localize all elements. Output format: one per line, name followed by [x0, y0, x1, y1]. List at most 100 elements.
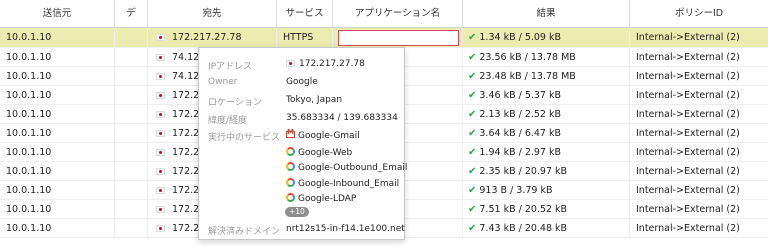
cell-result: ✔ 23.56 kB / 13.78 MB — [463, 48, 630, 66]
cell-source: 10.0.1.10 — [0, 143, 115, 161]
google-icon — [286, 193, 295, 202]
cell-source: 10.0.1.10 — [0, 67, 115, 85]
result-text: 1.94 kB / 2.97 kB — [479, 147, 562, 158]
cell-policy: Internal->External (2) — [636, 166, 740, 177]
check-icon: ✔ — [468, 71, 477, 82]
cell-dest2 — [115, 143, 148, 161]
check-icon: ✔ — [468, 204, 477, 215]
cell-result: ✔ 3.64 kB / 6.47 kB — [463, 124, 630, 142]
col-header-source[interactable]: 送信元 — [0, 0, 115, 27]
service-name: Google-Inbound_Email — [298, 178, 400, 189]
services-label: 実行中のサービス — [208, 133, 281, 143]
service-item: Google-Outbound_Email — [286, 162, 407, 173]
japan-flag-icon — [156, 92, 165, 99]
cell-policy: Internal->External (2) — [636, 185, 740, 196]
result-text: 3.64 kB / 6.47 kB — [479, 128, 562, 139]
cell-result: ✔ 7.43 kB / 20.48 kB — [463, 219, 630, 237]
cell-result: ✔ 23.48 kB / 13.78 MB — [463, 67, 630, 85]
cell-source: 10.0.1.10 — [0, 86, 115, 104]
table-row[interactable]: 10.0.1.10 172.217.27.78 HTTPS ✔ 1.34 kB / 5.… — [0, 28, 768, 48]
cell-result: ✔ 913 B / 3.79 kB — [463, 181, 630, 199]
result-text: 2.35 kB / 20.97 kB — [479, 166, 568, 177]
google-icon — [286, 177, 295, 187]
service-name: Google-Gmail — [298, 131, 360, 141]
japan-flag-icon — [156, 206, 165, 213]
japan-flag-icon — [156, 187, 165, 194]
cell-result: ✔ 2.13 kB / 2.52 kB — [463, 105, 630, 123]
cell-source: 10.0.1.10 — [0, 181, 115, 199]
cell-policy: Internal->External (2) — [636, 128, 740, 139]
cell-service: HTTPS — [277, 28, 333, 47]
service-name: Google-Web — [298, 147, 353, 158]
service-item: Google-Inbound_Email — [286, 177, 400, 189]
cell-source: 10.0.1.10 — [0, 162, 115, 180]
cell-dest2 — [115, 181, 148, 199]
japan-flag-icon — [156, 225, 165, 232]
cell-policy: Internal->External (2) — [636, 147, 740, 158]
cell-destination: 172.217.27.78 — [148, 28, 277, 47]
latlon-value: 35.683334 / 139.683334 — [286, 113, 398, 123]
cell-dest2 — [115, 105, 148, 123]
cell-source: 10.0.1.10 — [0, 28, 115, 47]
cell-source: 10.0.1.10 — [0, 48, 115, 66]
col-header-policy[interactable]: ポリシーID — [630, 0, 768, 27]
col-header-application[interactable]: アプリケーション名 — [333, 0, 463, 27]
col-header-service[interactable]: サービス — [277, 0, 333, 27]
service-name: Google-LDAP — [298, 194, 357, 204]
result-text: 913 B / 3.79 kB — [479, 185, 553, 196]
application-name-field[interactable] — [338, 30, 459, 46]
japan-flag-icon — [156, 34, 165, 41]
check-icon: ✔ — [468, 52, 477, 63]
cell-source: 10.0.1.10 — [0, 200, 115, 218]
check-icon: ✔ — [468, 223, 477, 234]
col-header-result[interactable]: 結果 — [463, 0, 630, 27]
japan-flag-icon — [156, 73, 165, 80]
cell-dest2 — [115, 86, 148, 104]
service-item: Google-Gmail — [286, 128, 360, 141]
result-text: 23.48 kB / 13.78 MB — [479, 71, 576, 82]
check-icon: ✔ — [468, 90, 477, 101]
japan-flag-icon — [156, 168, 165, 175]
ip-info-popup: IPアドレス 172.217.27.78 Owner Google ロケーション… — [198, 47, 407, 240]
japan-flag-icon — [156, 130, 165, 137]
destination-ip[interactable]: 172.217.27.78 — [172, 32, 242, 43]
more-services-badge[interactable]: +10 — [285, 207, 309, 217]
owner-value: Google — [286, 77, 318, 87]
service-item: Google-Web — [286, 146, 353, 158]
owner-label: Owner — [208, 77, 238, 87]
cell-dest2 — [115, 28, 148, 47]
cell-application — [333, 28, 463, 47]
cell-result: ✔ 1.94 kB / 2.97 kB — [463, 143, 630, 161]
cell-result: ✔ 7.51 kB / 20.52 kB — [463, 200, 630, 218]
japan-flag-icon — [286, 60, 295, 67]
cell-policy: Internal->External (2) — [636, 71, 740, 82]
cell-policy: Internal->External (2) — [636, 109, 740, 120]
result-text: 2.13 kB / 2.52 kB — [479, 109, 562, 120]
cell-result: ✔ 2.35 kB / 20.97 kB — [463, 162, 630, 180]
check-icon: ✔ — [468, 185, 477, 196]
result-text: 23.56 kB / 13.78 MB — [479, 52, 576, 63]
check-icon: ✔ — [468, 32, 477, 43]
location-label: ロケーション — [208, 98, 262, 108]
gmail-icon — [286, 128, 295, 138]
cell-source: 10.0.1.10 — [0, 105, 115, 123]
cell-source: 10.0.1.10 — [0, 219, 115, 237]
service-item: Google-LDAP — [286, 193, 356, 204]
cell-dest2 — [115, 67, 148, 85]
japan-flag-icon — [156, 111, 165, 118]
check-icon: ✔ — [468, 109, 477, 120]
cell-dest2 — [115, 162, 148, 180]
google-icon — [286, 162, 295, 171]
resolved-domain-label: 解決済みドメイン — [208, 227, 281, 237]
col-header-dest2[interactable]: デ — [115, 0, 148, 27]
cell-policy: Internal->External (2) — [636, 204, 740, 215]
ip-label: IPアドレス — [208, 62, 253, 72]
japan-flag-icon — [156, 54, 165, 61]
cell-policy: Internal->External (2) — [636, 52, 740, 63]
result-text: 3.46 kB / 5.37 kB — [479, 90, 562, 101]
resolved-domain-value: nrt12s15-in-f14.1e100.net — [286, 224, 405, 234]
ip-value: 172.217.27.78 — [286, 59, 365, 69]
col-header-destination[interactable]: 宛先 — [148, 0, 277, 27]
cell-result: ✔ 1.34 kB / 5.09 kB — [463, 28, 630, 47]
cell-policy: Internal->External (2) — [636, 90, 740, 101]
